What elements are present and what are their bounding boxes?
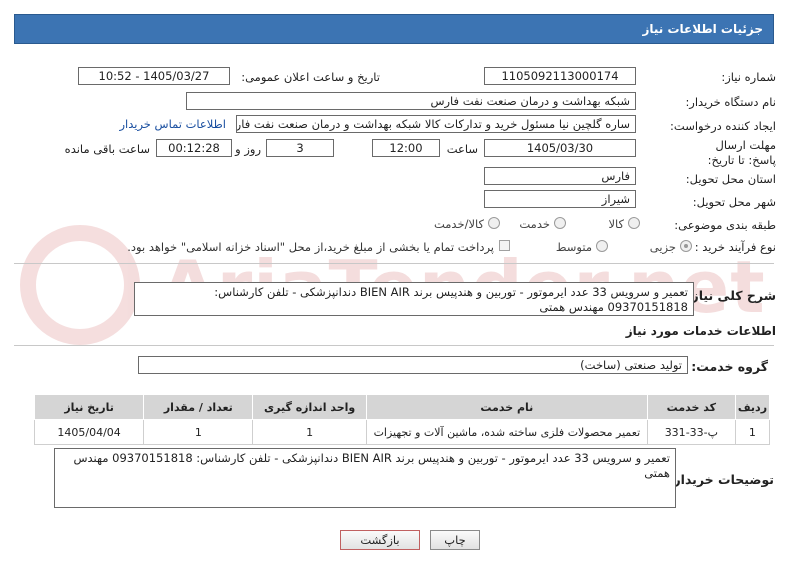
cell-service-code: پ-33-331 (646, 419, 736, 445)
category-option-goods-service: کالا/خدمت (433, 217, 484, 231)
process-option-medium: متوسط (555, 240, 592, 254)
cell-quantity: 1 (143, 419, 254, 445)
process-option-minor: جزیی (649, 240, 676, 254)
category-radio-service[interactable] (554, 217, 566, 229)
need-number-label: شماره نیاز: (721, 70, 776, 84)
category-option-goods: کالا (608, 217, 624, 231)
column-header-service-name: نام خدمت (365, 394, 648, 420)
divider (14, 263, 774, 264)
province-field: فارس (484, 167, 636, 185)
category-radio-goods[interactable] (628, 217, 640, 229)
treasury-checkbox[interactable] (499, 240, 510, 251)
contact-info-link[interactable]: اطلاعات تماس خریدار (119, 117, 226, 131)
deadline-time-field: 12:00 (372, 139, 440, 157)
process-radio-medium[interactable] (596, 240, 608, 252)
requester-field: ساره گلچین نیا مسئول خرید و تدارکات کالا… (236, 115, 636, 133)
deadline-time-label: ساعت (446, 142, 478, 156)
column-header-service-code: کد خدمت (646, 394, 736, 420)
province-label: استان محل تحویل: (685, 172, 776, 186)
city-field: شیراز (484, 190, 636, 208)
cell-need-date: 1405/04/04 (33, 419, 145, 445)
column-header-row-number: ردیف (734, 394, 771, 420)
category-option-service: خدمت (519, 217, 550, 231)
deadline-date-field: 1405/03/30 (484, 139, 636, 157)
requester-label: ایجاد کننده درخواست: (670, 119, 776, 133)
summary-label: شرح کلی نیاز: (686, 288, 776, 303)
back-button[interactable]: بازگشت (340, 530, 420, 550)
category-label: طبقه بندی موضوعی: (674, 218, 776, 232)
column-header-quantity: تعداد / مقدار (143, 394, 254, 420)
panel-title: جزئیات اطلاعات نیاز (14, 14, 774, 44)
payment-note: پرداخت تمام یا بخشی از مبلغ خرید،از محل … (127, 240, 494, 254)
table-row: 1 پ-33-331 تعمیر محصولات فلزی ساخته شده،… (33, 419, 771, 445)
print-button[interactable]: چاپ (430, 530, 480, 550)
summary-textarea[interactable]: تعمیر و سرویس 33 عدد ایرموتور - توربین و… (134, 282, 694, 316)
cell-unit: 1 (252, 419, 367, 445)
days-label: روز و (235, 142, 261, 156)
service-group-label: گروه خدمت: (691, 359, 768, 374)
announce-field: 1405/03/27 - 10:52 (78, 67, 230, 85)
days-field: 3 (266, 139, 334, 157)
need-number-field: 1105092113000174 (484, 67, 636, 85)
watermark-logo-icon (20, 225, 140, 345)
process-label: نوع فرآیند خرید : (694, 240, 776, 254)
services-table: ردیف کد خدمت نام خدمت واحد اندازه گیری ت… (33, 394, 771, 445)
remaining-time-field: 00:12:28 (156, 139, 232, 157)
cell-service-name: تعمیر محصولات فلزی ساخته شده، ماشین آلات… (365, 419, 648, 445)
buyer-org-field: شبکه بهداشت و درمان صنعت نفت فارس (186, 92, 636, 110)
remaining-label: ساعت باقی مانده (64, 142, 150, 156)
column-header-unit: واحد اندازه گیری (252, 394, 367, 420)
cell-row-number: 1 (734, 419, 771, 445)
category-radio-goods-service[interactable] (488, 217, 500, 229)
services-section-title: اطلاعات خدمات مورد نیاز (625, 324, 776, 338)
buyer-org-label: نام دستگاه خریدار: (685, 95, 776, 109)
city-label: شهر محل تحویل: (692, 195, 776, 209)
service-group-field: تولید صنعتی (ساخت) (138, 356, 688, 374)
table-header-row: ردیف کد خدمت نام خدمت واحد اندازه گیری ت… (33, 394, 771, 420)
buyer-notes-textarea[interactable]: تعمیر و سرویس 33 عدد ایرموتور - توربین و… (54, 448, 676, 508)
deadline-label: مهلت ارسال پاسخ: تا تاریخ: (707, 138, 776, 167)
divider (14, 345, 774, 346)
process-radio-minor[interactable] (680, 240, 692, 252)
column-header-need-date: تاریخ نیاز (33, 394, 145, 420)
announce-label: تاریخ و ساعت اعلان عمومی: (241, 70, 380, 84)
buyer-notes-label: توضیحات خریدار: (668, 472, 774, 487)
